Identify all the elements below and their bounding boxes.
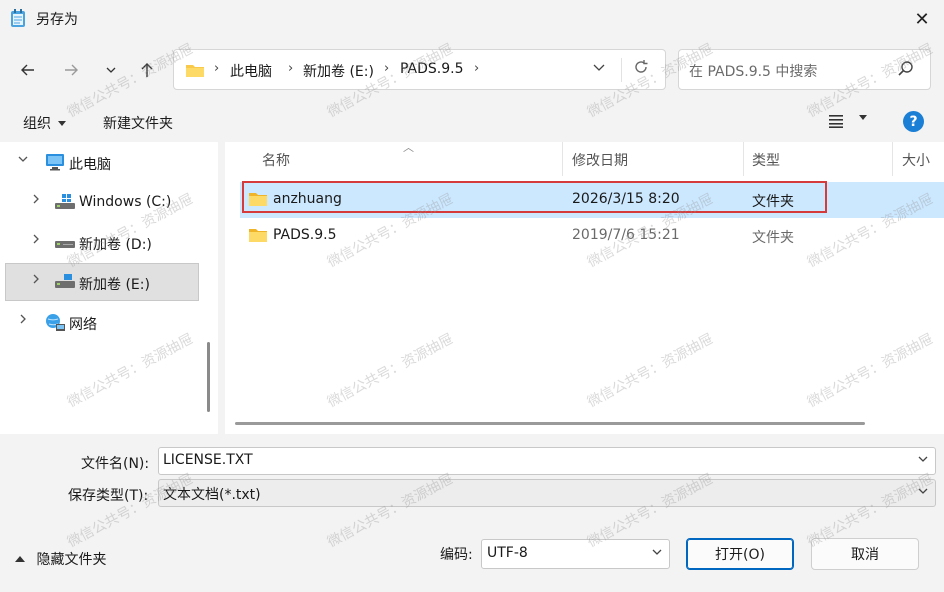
divider bbox=[621, 58, 622, 82]
column-header-type[interactable]: 类型 bbox=[752, 150, 780, 170]
caret-down-icon bbox=[859, 115, 867, 120]
file-row[interactable]: PADS.9.5 2019/7/6 15:21 文件夹 bbox=[240, 218, 944, 254]
organize-label: 组织 bbox=[23, 116, 51, 132]
folder-icon bbox=[186, 65, 204, 77]
save-options-panel: 文件名(N): LICENSE.TXT 保存类型(T): 文本文档(*.txt)… bbox=[0, 434, 944, 592]
sidebar-scrollbar[interactable] bbox=[207, 342, 210, 412]
help-icon[interactable]: ? bbox=[903, 111, 924, 132]
title-bar: 另存为 ✕ bbox=[0, 0, 944, 38]
encoding-label: 编码: bbox=[440, 547, 473, 563]
column-divider[interactable] bbox=[743, 142, 744, 176]
file-date: 2019/7/6 15:21 bbox=[572, 227, 680, 243]
column-header-name[interactable]: 名称 bbox=[262, 150, 290, 170]
close-button[interactable]: ✕ bbox=[904, 4, 940, 34]
chevron-right-icon[interactable] bbox=[30, 193, 42, 209]
drive-icon bbox=[55, 241, 75, 248]
filetype-value: 文本文档(*.txt) bbox=[163, 487, 261, 503]
drive-icon bbox=[55, 274, 75, 288]
filetype-select[interactable]: 文本文档(*.txt) bbox=[158, 479, 936, 507]
up-button[interactable] bbox=[133, 56, 161, 84]
breadcrumb-drive-e[interactable]: 新加卷 (E:) bbox=[303, 61, 374, 81]
column-divider[interactable] bbox=[892, 142, 893, 176]
chevron-right-icon[interactable] bbox=[30, 273, 42, 289]
organize-menu[interactable]: 组织 bbox=[23, 113, 67, 133]
highlight-annotation bbox=[242, 181, 827, 213]
command-bar: 组织 新建文件夹 ? bbox=[0, 102, 944, 142]
arrow-up-icon bbox=[141, 63, 153, 77]
breadcrumb-pads[interactable]: PADS.9.5 bbox=[400, 61, 464, 77]
sidebar-item-label: 网络 bbox=[69, 317, 97, 333]
filename-label: 文件名(N): bbox=[81, 456, 150, 472]
breadcrumb-separator: › bbox=[288, 61, 294, 76]
cancel-button[interactable]: 取消 bbox=[811, 538, 919, 570]
chevron-down-icon[interactable] bbox=[17, 153, 29, 169]
arrow-left-icon bbox=[21, 64, 34, 76]
chevron-down-icon bbox=[593, 64, 605, 71]
breadcrumb-separator[interactable]: › bbox=[474, 61, 479, 76]
filetype-label: 保存类型(T): bbox=[68, 488, 149, 504]
chevron-right-icon[interactable] bbox=[17, 313, 29, 329]
hide-folders-label: 隐藏文件夹 bbox=[36, 552, 107, 568]
network-icon bbox=[46, 314, 65, 331]
window-title: 另存为 bbox=[36, 12, 78, 28]
notepad-icon bbox=[11, 9, 25, 27]
arrow-right-icon bbox=[65, 64, 78, 76]
file-name: PADS.9.5 bbox=[273, 227, 337, 243]
search-placeholder: 在 PADS.9.5 中搜索 bbox=[689, 64, 818, 80]
windows-drive-icon bbox=[55, 194, 75, 209]
view-dropdown[interactable] bbox=[858, 112, 868, 125]
refresh-icon bbox=[635, 60, 648, 73]
navigation-bar: › 此电脑 › 新加卷 (E:) › PADS.9.5 › 在 PADS.9.5… bbox=[0, 38, 944, 102]
close-icon: ✕ bbox=[914, 8, 930, 30]
file-type: 文件夹 bbox=[752, 230, 794, 246]
back-button[interactable] bbox=[14, 56, 42, 84]
navigation-pane: 此电脑 Windows (C:) 新加卷 (D:) 新加卷 (E:) 网络 bbox=[0, 142, 218, 434]
breadcrumb-separator: › bbox=[214, 61, 220, 76]
open-button[interactable]: 打开(O) bbox=[686, 538, 794, 570]
recent-locations-button[interactable] bbox=[97, 56, 125, 84]
search-icon bbox=[898, 61, 913, 76]
view-options-icon[interactable] bbox=[828, 114, 844, 128]
breadcrumb-separator: › bbox=[384, 61, 390, 76]
address-history-dropdown[interactable] bbox=[592, 60, 606, 78]
chevron-right-icon[interactable] bbox=[30, 233, 42, 249]
caret-down-icon bbox=[58, 121, 67, 126]
sort-ascending-icon: ︿ bbox=[403, 141, 414, 154]
sidebar-item-label: 新加卷 (E:) bbox=[79, 277, 150, 293]
filename-value: LICENSE.TXT bbox=[163, 452, 253, 468]
filename-field[interactable]: LICENSE.TXT bbox=[158, 447, 936, 475]
chevron-down-icon bbox=[106, 67, 116, 73]
hide-folders-toggle[interactable]: 隐藏文件夹 bbox=[14, 549, 106, 569]
sidebar-item-drive-e[interactable]: 新加卷 (E:) bbox=[5, 263, 199, 301]
chevron-down-icon bbox=[651, 546, 663, 561]
breadcrumb-this-pc[interactable]: 此电脑 bbox=[230, 61, 272, 81]
sidebar-item-label: 此电脑 bbox=[69, 157, 111, 173]
column-header-date[interactable]: 修改日期 bbox=[572, 150, 628, 170]
sidebar-item-this-pc[interactable]: 此电脑 bbox=[5, 144, 199, 182]
chevron-down-icon[interactable] bbox=[917, 453, 929, 468]
column-divider[interactable] bbox=[562, 142, 563, 176]
refresh-button[interactable] bbox=[632, 58, 650, 81]
column-header-size[interactable]: 大小 bbox=[902, 150, 930, 170]
sidebar-item-label: 新加卷 (D:) bbox=[79, 237, 152, 253]
sidebar-item-label: Windows (C:) bbox=[79, 194, 172, 210]
sidebar-item-drive-c[interactable]: Windows (C:) bbox=[5, 184, 199, 222]
new-folder-button[interactable]: 新建文件夹 bbox=[103, 113, 173, 133]
forward-button[interactable] bbox=[57, 56, 85, 84]
computer-icon bbox=[46, 154, 64, 171]
address-bar[interactable]: › 此电脑 › 新加卷 (E:) › PADS.9.5 › bbox=[173, 49, 666, 90]
search-box[interactable]: 在 PADS.9.5 中搜索 bbox=[678, 49, 931, 90]
sidebar-item-drive-d[interactable]: 新加卷 (D:) bbox=[5, 224, 199, 262]
horizontal-scrollbar[interactable] bbox=[235, 422, 865, 425]
sidebar-item-network[interactable]: 网络 bbox=[5, 304, 199, 342]
chevron-down-icon bbox=[917, 485, 929, 500]
encoding-select[interactable]: UTF-8 bbox=[481, 539, 670, 569]
folder-icon bbox=[249, 229, 267, 242]
caret-up-icon bbox=[15, 556, 25, 562]
encoding-value: UTF-8 bbox=[487, 545, 528, 561]
